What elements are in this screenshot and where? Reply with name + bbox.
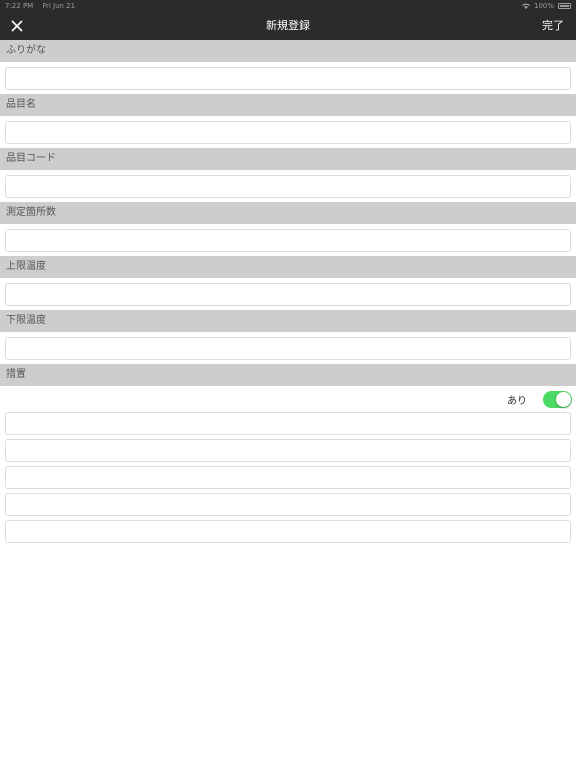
action-toggle-row: あり — [0, 386, 576, 412]
action-input-5[interactable] — [5, 520, 571, 543]
lower-temp-input[interactable] — [5, 337, 571, 360]
furigana-field-wrap — [0, 62, 576, 94]
page-title: 新規登録 — [266, 19, 310, 32]
lower-temp-header: 下限温度 — [0, 310, 576, 332]
status-bar: 7:22 PM Fri Jun 21 100% — [0, 0, 576, 12]
measure-points-field-wrap — [0, 224, 576, 256]
status-right: 100% — [521, 2, 571, 10]
status-time: 7:22 PM — [5, 2, 34, 10]
action-input-3[interactable] — [5, 466, 571, 489]
action-input-list — [0, 412, 576, 543]
measure-points-input[interactable] — [5, 229, 571, 252]
item-name-field-wrap — [0, 116, 576, 148]
item-name-input[interactable] — [5, 121, 571, 144]
battery-icon — [558, 3, 571, 9]
lower-temp-field-wrap — [0, 332, 576, 364]
status-left: 7:22 PM Fri Jun 21 — [5, 2, 82, 10]
done-button[interactable]: 完了 — [542, 12, 564, 40]
action-toggle-switch[interactable] — [543, 390, 572, 408]
toggle-knob — [556, 391, 571, 407]
upper-temp-header: 上限温度 — [0, 256, 576, 278]
furigana-header: ふりがな — [0, 40, 576, 62]
furigana-input[interactable] — [5, 67, 571, 90]
action-header: 措置 — [0, 364, 576, 386]
action-input-2[interactable] — [5, 439, 571, 462]
action-input-1[interactable] — [5, 412, 571, 435]
upper-temp-input[interactable] — [5, 283, 571, 306]
status-date: Fri Jun 21 — [42, 2, 76, 10]
action-input-4[interactable] — [5, 493, 571, 516]
measure-points-header: 測定箇所数 — [0, 202, 576, 224]
registration-form: ふりがな 品目名 品目コード 測定箇所数 上限温度 下限温度 措置 あり — [0, 40, 576, 547]
battery-percent: 100% — [533, 2, 554, 10]
item-code-field-wrap — [0, 170, 576, 202]
action-toggle-label: あり — [507, 395, 527, 407]
item-code-header: 品目コード — [0, 148, 576, 170]
item-name-header: 品目名 — [0, 94, 576, 116]
upper-temp-field-wrap — [0, 278, 576, 310]
item-code-input[interactable] — [5, 175, 571, 198]
navigation-bar: 新規登録 完了 — [0, 12, 576, 40]
wifi-icon — [521, 3, 530, 9]
